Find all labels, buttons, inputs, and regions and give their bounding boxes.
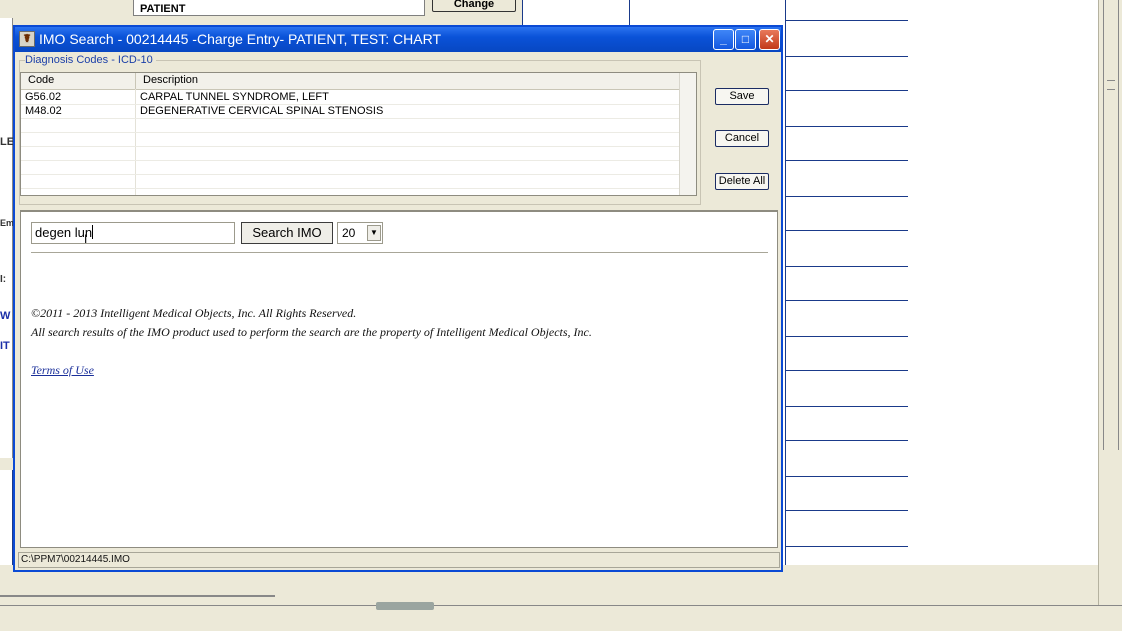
table-scrollbar[interactable] (679, 73, 696, 195)
result-count-value: 20 (342, 226, 356, 240)
table-row[interactable] (21, 146, 696, 161)
table-row[interactable] (21, 132, 696, 147)
group-label: Diagnosis Codes - ICD-10 (25, 54, 156, 66)
save-button[interactable]: Save (715, 88, 769, 105)
background-vertical-scrollbar[interactable] (1098, 0, 1122, 605)
close-icon[interactable]: ✕ (759, 29, 780, 50)
row-code: G56.02 (25, 91, 62, 103)
table-row[interactable]: G56.02 CARPAL TUNNEL SYNDROME, LEFT (21, 90, 696, 105)
splitter-handle-icon[interactable] (376, 602, 434, 610)
diagnosis-codes-table: Code Description G56.02 CARPAL TUNNEL SY… (20, 72, 697, 196)
background-fragment: LE (0, 136, 15, 148)
row-description: CARPAL TUNNEL SYNDROME, LEFT (140, 91, 329, 103)
background-right-area (908, 0, 1098, 605)
table-row[interactable] (21, 160, 696, 175)
delete-all-button[interactable]: Delete All (715, 173, 769, 190)
background-fragment: W (0, 310, 11, 322)
background-fragment: IT (0, 340, 10, 352)
table-row[interactable]: M48.02 DEGENERATIVE CERVICAL SPINAL STEN… (21, 104, 696, 119)
text-cursor-icon: I (84, 232, 88, 246)
cancel-button[interactable]: Cancel (715, 130, 769, 147)
app-icon: ☤ (19, 31, 35, 47)
divider (31, 252, 768, 253)
column-header-code[interactable]: Code (28, 74, 54, 86)
search-input[interactable]: degen lun (31, 222, 235, 244)
copyright-text: ©2011 - 2013 Intelligent Medical Objects… (31, 306, 357, 320)
ownership-notice: All search results of the IMO product us… (31, 325, 592, 339)
table-row[interactable] (21, 118, 696, 133)
status-file-path: C:\PPM7\00214445.IMO (21, 554, 130, 565)
dialog-title: IMO Search - 00214445 -Charge Entry- PAT… (39, 31, 441, 47)
table-row[interactable] (21, 174, 696, 189)
minimize-icon[interactable]: _ (713, 29, 734, 50)
chevron-down-icon[interactable]: ▼ (367, 225, 381, 241)
search-imo-button[interactable]: Search IMO (241, 222, 333, 244)
imo-search-dialog: ☤ IMO Search - 00214445 -Charge Entry- P… (13, 25, 783, 572)
background-fragment: I: (0, 274, 7, 285)
background-fragment: Em (0, 218, 15, 228)
dialog-title-bar[interactable]: ☤ IMO Search - 00214445 -Charge Entry- P… (15, 27, 781, 52)
row-code: M48.02 (25, 105, 62, 117)
column-header-description[interactable]: Description (143, 74, 198, 86)
background-left-panel: LE Em I: W IT (0, 18, 15, 458)
background-status-bar (0, 605, 1122, 631)
terms-of-use-link[interactable]: Terms of Use (31, 363, 94, 378)
maximize-icon[interactable]: □ (735, 29, 756, 50)
table-header: Code Description (21, 73, 696, 90)
search-panel: degen lun Search IMO 20 ▼ ©2011 - 2013 I… (20, 210, 778, 548)
row-description: DEGENERATIVE CERVICAL SPINAL STENOSIS (140, 105, 384, 117)
scroll-thumb[interactable] (1103, 0, 1119, 450)
dialog-status-bar: C:\PPM7\00214445.IMO (18, 552, 780, 568)
scroll-grip-icon (1107, 80, 1115, 90)
background-change-button[interactable]: Change (432, 0, 516, 12)
result-count-select[interactable]: 20 ▼ (337, 222, 383, 244)
background-patient-field: PATIENT (133, 0, 425, 16)
